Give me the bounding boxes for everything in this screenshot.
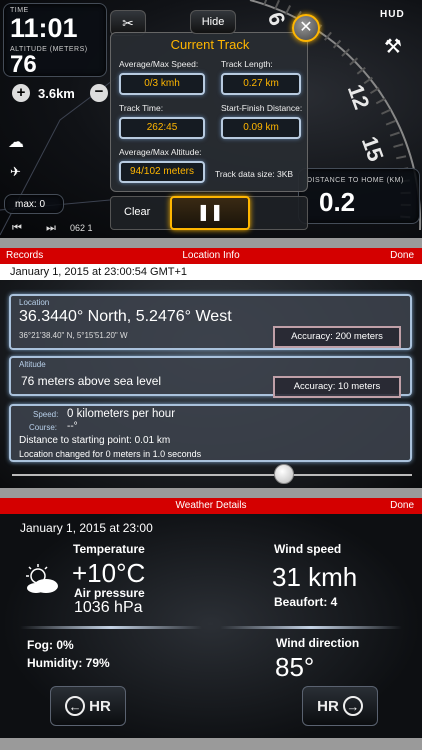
altitude-text: 76 meters above sea level [21,374,162,388]
time-value: 11:01 [10,13,78,43]
distance-home-value: 0.2 [319,187,356,217]
start-finish-label: Start-Finish Distance: [221,103,303,113]
bottom-bar [0,738,422,750]
track-data-size: Track data size: 3KB [215,169,294,179]
skip-forward-icon[interactable]: ⏭ [46,222,56,235]
location-label: Location [19,298,50,307]
course-label: Course: [29,423,58,432]
track-title: Current Track [170,37,250,52]
map-distance: 3.6km [38,86,75,101]
cloud-icon[interactable]: ☁ [8,132,24,152]
pause-button[interactable]: ❚❚ [170,196,250,230]
fog-value: Fog: 0% [27,638,74,652]
track-length-label: Track Length: [221,59,273,69]
altitude-accuracy: Accuracy: 10 meters [273,376,401,398]
coords-decimal: 36.3440° North, 5.2476° West [19,308,232,325]
location-header: Location Info Records Done [0,248,422,264]
location-title: Location Info [182,250,240,261]
location-done-button[interactable]: Done [390,250,414,261]
location-accuracy: Accuracy: 200 meters [273,326,401,348]
hr-next-label: HR [317,697,339,715]
weather-panel: Weather Details Done January 1, 2015 at … [0,498,422,750]
location-datetime: January 1, 2015 at 23:00:54 GMT+1 [0,264,422,280]
track-length-value: 0.27 km [221,73,301,95]
divider-right [220,626,402,629]
clear-button[interactable]: Clear [124,206,150,218]
skip-back-icon[interactable]: ⏮ [12,222,22,235]
avg-max-speed-label: Average/Max Speed: [119,59,199,69]
satellite-icon[interactable]: ✈ [10,164,21,180]
time-altitude-box: TIME 11:01 ALTITUDE (METERS) 76 [3,3,107,78]
wind-speed-value: 31 kmh [272,562,358,592]
hud-panel: 6 12 15 TIME 11:01 ALTITUDE (METERS) 76 … [0,0,422,238]
heading-value: 062 1 [70,223,93,233]
wind-direction-label: Wind direction [276,636,360,650]
location-box: Location 36.3440° North, 5.2476° West 36… [9,294,412,350]
weather-date: January 1, 2015 at 23:00 [20,521,153,535]
current-track-popup: Current Track Average/Max Speed: 0/3 kmh… [110,32,308,192]
beaufort-value: Beaufort: 4 [274,595,338,609]
pressure-value: 1036 hPa [74,599,143,616]
weather-done-button[interactable]: Done [390,500,414,511]
avg-max-alt-label: Average/Max Altitude: [119,147,202,157]
location-changed: Location changed for 0 meters in 1.0 sec… [19,449,202,459]
altitude-box: Altitude 76 meters above sea level Accur… [9,356,412,398]
start-finish-value: 0.09 km [221,117,301,139]
records-button[interactable]: Records [6,250,43,261]
divider-left [20,626,202,629]
speed-label: Speed: [33,410,59,419]
temperature-value: +10°C [72,558,146,588]
tools-icon[interactable]: ⚒ [384,34,402,59]
track-time-label: Track Time: [119,103,164,113]
zoom-in-button[interactable]: + [12,84,30,102]
wind-speed-label: Wind speed [274,542,342,556]
max-speed-label: max: 0 [15,199,46,210]
track-time-value: 262:45 [119,117,205,139]
max-speed-box: max: 0 [4,194,64,214]
weather-title: Weather Details [175,500,247,511]
course-value: --° [67,421,78,432]
distance-home-label: DISTANCE TO HOME (KM) [307,177,404,184]
separator [0,238,422,248]
altitude-info-label: Altitude [19,360,46,369]
hr-next-button[interactable]: HR → [302,686,378,726]
hr-previous-label: HR [89,697,111,715]
hide-button[interactable]: Hide [190,10,236,34]
coords-dms: 36°21'38.40" N, 5°15'51.20" W [19,331,128,340]
time-slider-thumb[interactable] [274,464,294,484]
time-slider-track[interactable] [12,474,412,476]
partly-cloudy-icon [26,564,58,593]
weather-header: Weather Details Done [0,498,422,514]
speed-value: 0 kilometers per hour [67,408,176,420]
altitude-value: 76 [10,51,37,78]
close-icon: ✕ [299,19,313,36]
pause-icon: ❚❚ [196,204,224,221]
location-info-panel: Location Info Records Done January 1, 20… [0,248,422,488]
avg-max-speed-value: 0/3 kmh [119,73,205,95]
humidity-value: Humidity: 79% [27,656,110,670]
map-key-icon: ✂ [122,15,134,31]
speed-course-box: Speed: 0 kilometers per hour Course: --°… [9,404,412,462]
close-button[interactable]: ✕ [292,14,320,42]
wind-direction-value: 85° [275,652,315,682]
hr-previous-button[interactable]: ← HR [50,686,126,726]
distance-start: Distance to starting point: 0.01 km [19,435,171,446]
hud-mode-label[interactable]: HUD [380,9,405,20]
distance-home-box: DISTANCE TO HOME (KM) 0.2 [298,168,420,224]
arrow-left-icon: ← [65,696,86,716]
pressure-label: Air pressure [74,586,145,600]
separator [0,488,422,498]
avg-max-alt-value: 94/102 meters [119,161,205,183]
arrow-right-icon: → [342,696,363,716]
zoom-out-button[interactable]: − [90,84,108,102]
temperature-label: Temperature [73,542,145,556]
